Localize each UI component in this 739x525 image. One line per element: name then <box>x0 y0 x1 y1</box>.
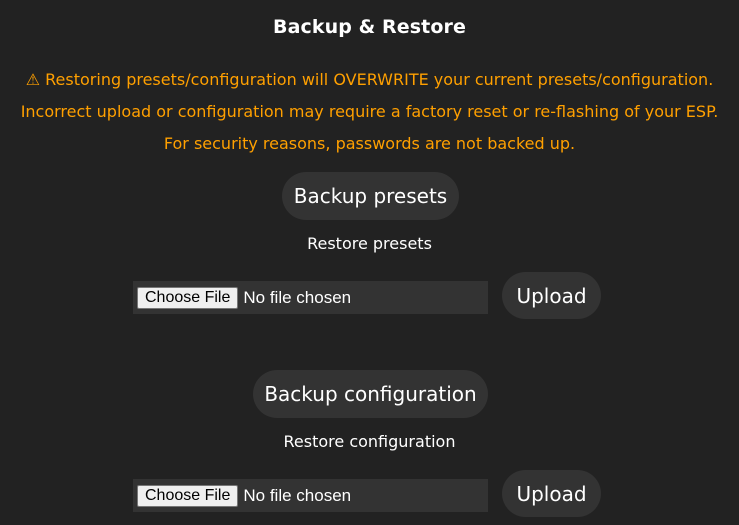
presets-choose-file-button[interactable]: Choose File <box>137 286 239 309</box>
presets-file-status: No file chosen <box>243 287 352 307</box>
restore-configuration-label: Restore configuration <box>283 432 456 451</box>
backup-configuration-button[interactable]: Backup configuration <box>253 370 488 418</box>
warning-overwrite: ⚠ Restoring presets/configuration will O… <box>25 70 714 89</box>
warning-factory-reset: Incorrect upload or configuration may re… <box>20 102 719 121</box>
restore-presets-label: Restore presets <box>307 234 432 253</box>
configuration-file-input[interactable]: Choose File No file chosen <box>133 479 488 512</box>
upload-configuration-button[interactable]: Upload <box>502 470 601 517</box>
backup-restore-page: Backup & Restore ⚠ Restoring presets/con… <box>0 0 739 525</box>
upload-presets-button[interactable]: Upload <box>502 272 601 319</box>
page-title: Backup & Restore <box>273 16 466 38</box>
configuration-file-status: No file chosen <box>243 485 352 505</box>
backup-presets-button[interactable]: Backup presets <box>282 172 459 220</box>
configuration-choose-file-button[interactable]: Choose File <box>137 484 239 507</box>
warning-passwords: For security reasons, passwords are not … <box>163 134 576 153</box>
presets-file-input[interactable]: Choose File No file chosen <box>133 281 488 314</box>
